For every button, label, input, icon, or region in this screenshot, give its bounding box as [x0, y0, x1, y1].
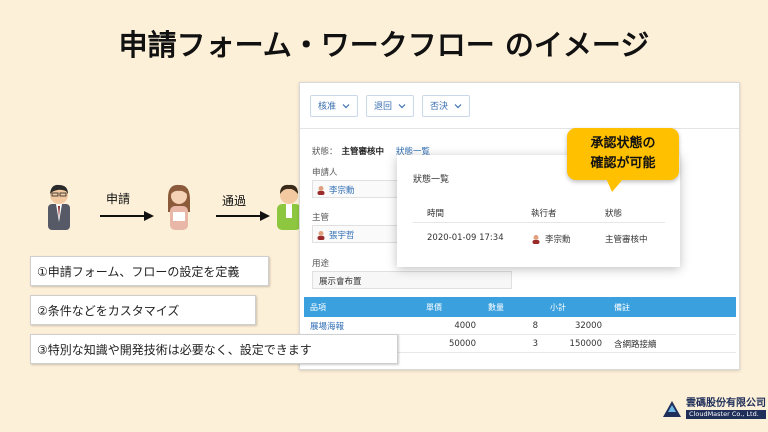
mountain-logo-icon [663, 400, 681, 417]
chevron-down-icon [454, 103, 462, 108]
company-logo: 雲碼股份有限公司 CloudMaster Co., Ltd. [662, 398, 766, 419]
table-cell: 4000 [454, 320, 476, 331]
status-label: 狀態： [312, 147, 338, 157]
note-1: ①申請フォーム、フローの設定を定義 [30, 256, 269, 286]
table-cell: 3 [532, 338, 538, 349]
table-header: 品項 單價 數量 小計 備註 [304, 297, 736, 317]
table-header-cell: 單價 [426, 302, 442, 312]
popup-header-executor: 執行者 [531, 209, 557, 219]
popup-time: 2020-01-09 17:34 [427, 233, 504, 243]
approve-button-label: 核准 [318, 102, 337, 112]
purpose-label: 用途 [312, 259, 330, 269]
applicant-person-icon [48, 184, 70, 230]
note-2: ②条件などをカスタマイズ [30, 295, 256, 325]
chevron-down-icon [342, 103, 350, 108]
user-avatar-icon [532, 235, 540, 244]
table-cell: 32000 [574, 320, 602, 331]
form-toolbar: 核准 退回 否決 [300, 83, 739, 129]
callout-line1: 承認状態の [590, 136, 656, 151]
receptionist-person-icon [168, 184, 190, 230]
popup-status: 主管審核中 [605, 235, 648, 245]
applicant-value: 李宗勳 [316, 184, 355, 196]
logo-company-name: 雲碼股份有限公司 [686, 398, 766, 409]
chevron-down-icon [398, 103, 406, 108]
user-avatar-icon [317, 231, 325, 240]
flow-arrow-icon [100, 211, 154, 221]
popup-header-time: 時間 [427, 209, 445, 219]
return-button[interactable]: 退回 [366, 94, 415, 117]
manager-label: 主管 [312, 213, 330, 223]
table-header-cell: 小計 [550, 302, 566, 312]
manager-value: 張宇哲 [316, 229, 355, 241]
status-value: 主管審核中 [341, 147, 385, 157]
purpose-field[interactable]: 展示會布置 [312, 271, 512, 289]
user-avatar-icon [317, 186, 325, 195]
reject-button[interactable]: 否決 [422, 94, 471, 117]
table-row[interactable]: 展場海報 4000 8 32000 [304, 317, 736, 335]
callout-tail-icon [606, 178, 624, 192]
callout-bubble: 承認状態の 確認が可能 [567, 128, 679, 180]
table-cell: 50000 [448, 338, 476, 349]
manager-name: 張宇哲 [329, 231, 355, 241]
reject-button-label: 否決 [430, 102, 449, 112]
popup-title: 狀態一覧 [413, 175, 450, 185]
popup-header: 時間 執行者 狀態 [413, 207, 665, 223]
table-cell: 8 [532, 320, 538, 331]
table-header-cell: 數量 [488, 302, 504, 312]
callout-line2: 確認が可能 [590, 156, 656, 171]
table-header-cell: 備註 [614, 302, 630, 312]
flow-step2-label: 通過 [222, 194, 247, 208]
popup-executor: 李宗勳 [531, 233, 571, 245]
note-3: ③特別な知識や開発技術は必要なく、設定できます [30, 334, 398, 364]
table-cell: 含網路接續 [614, 339, 657, 350]
applicant-label: 申請人 [312, 168, 338, 178]
logo-company-name-en: CloudMaster Co., Ltd. [686, 410, 766, 419]
applicant-name: 李宗勳 [329, 186, 355, 196]
approve-button[interactable]: 核准 [310, 94, 359, 117]
flow-arrow-icon [216, 211, 270, 221]
table-cell: 150000 [569, 338, 602, 349]
return-button-label: 退回 [374, 102, 393, 112]
popup-header-status: 狀態 [605, 209, 623, 219]
flow-step1-label: 申請 [106, 192, 131, 206]
table-cell: 展場海報 [310, 321, 345, 332]
popup-executor-name: 李宗勳 [545, 235, 571, 245]
slide-title: 申請フォーム・ワークフロー のイメージ [118, 28, 650, 62]
table-header-cell: 品項 [310, 302, 326, 312]
